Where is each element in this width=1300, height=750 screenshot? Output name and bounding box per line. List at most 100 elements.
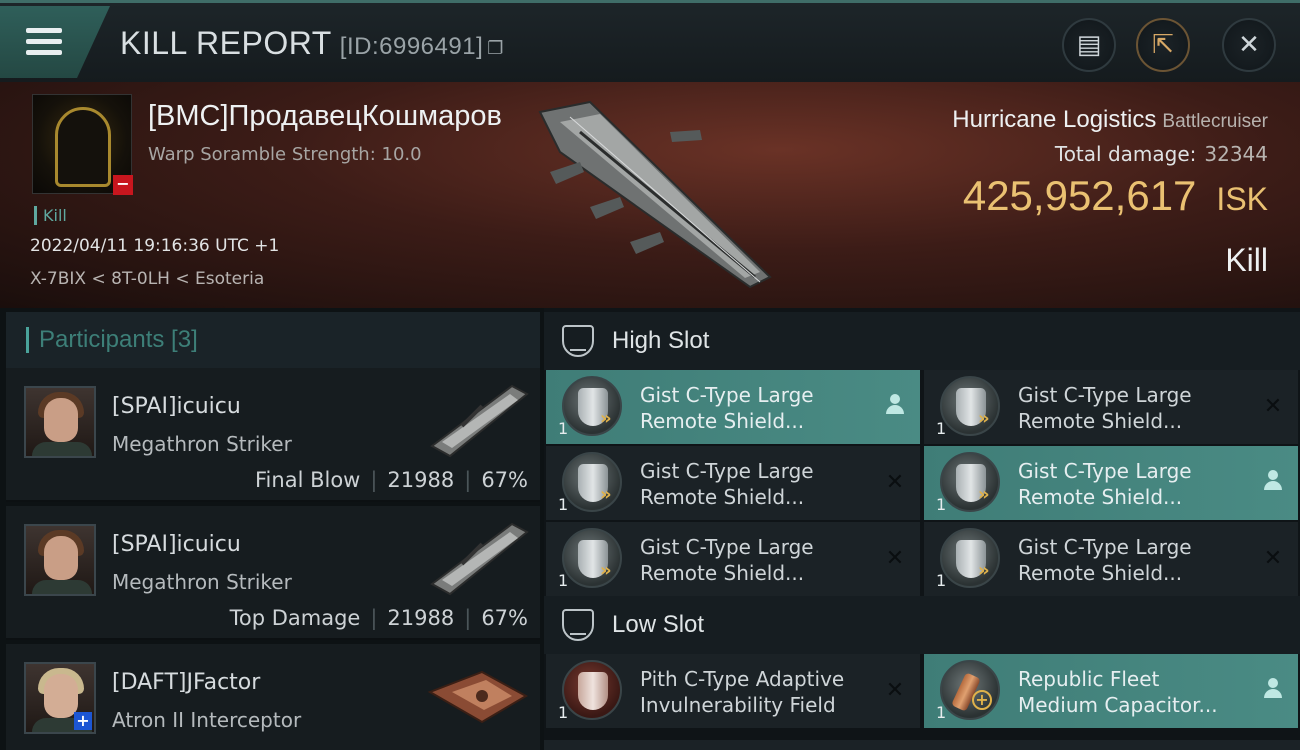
megathron-ship-image (430, 522, 529, 596)
person-icon (882, 394, 908, 420)
total-damage-label: Total damage: (1054, 142, 1197, 166)
chevron-icon: » (600, 484, 612, 505)
top-bar: KILL REPORT [ID:6996491] ❐ ▤ ⇱ ✕ (0, 0, 1300, 82)
participants-label: Participants [3] (39, 326, 198, 353)
shield-module-icon: » (940, 452, 1000, 512)
portrait-face (44, 536, 78, 580)
item-name-line2: Remote Shield... (1018, 409, 1183, 433)
participant-name: [SPAI]icuicu (112, 532, 241, 557)
hamburger-icon (26, 28, 62, 33)
person-icon (1260, 470, 1286, 496)
item-quantity: 1 (936, 571, 947, 590)
module-item[interactable]: » 1 Gist C-Type Large Remote Shield... (546, 370, 920, 444)
item-name-line2: Remote Shield... (1018, 485, 1183, 509)
hamburger-icon-bar (26, 50, 62, 55)
minus-standing-icon: − (113, 175, 133, 195)
module-item[interactable]: » 1 Gist C-Type Large Remote Shield... ✕ (924, 522, 1298, 596)
victim-ship-name[interactable]: Hurricane Logistics Battlecruiser (952, 106, 1268, 134)
person-glyph (1264, 470, 1282, 490)
item-name-line2: Remote Shield... (640, 409, 805, 433)
module-item[interactable]: » 1 Gist C-Type Large Remote Shield... ✕ (546, 446, 920, 520)
shield-module-icon: » (562, 528, 622, 588)
module-item[interactable]: » 1 Gist C-Type Large Remote Shield... (924, 446, 1298, 520)
item-quantity: 1 (558, 495, 569, 514)
person-glyph (1264, 678, 1282, 698)
item-quantity: 1 (558, 419, 569, 438)
shield-module-icon: » (940, 528, 1000, 588)
chevron-icon: » (600, 560, 612, 581)
kill-location[interactable]: X-7BIX < 8T-0LH < Esoteria (30, 269, 264, 289)
participant-ship: Megathron Striker (112, 432, 292, 456)
total-damage: Total damage: 32344 (1055, 142, 1268, 166)
high-slot-header: High Slot (544, 312, 1300, 370)
participant-name: [SPAI]icuicu (112, 394, 241, 419)
low-slot-header: Low Slot (544, 596, 1300, 654)
item-name-line2: Medium Capacitor... (1018, 693, 1218, 717)
plus-standing-icon: + (74, 712, 92, 730)
participant-damage: 21988 (387, 606, 455, 630)
item-name: Gist C-Type Large Remote Shield... (640, 534, 880, 586)
item-quantity: 1 (558, 703, 569, 722)
page-title: KILL REPORT [ID:6996491] ❐ (120, 25, 504, 62)
item-name: Gist C-Type Large Remote Shield... (640, 382, 880, 434)
participant-role: Top Damage (229, 606, 361, 630)
shield-shape (578, 672, 608, 710)
participant-name: [DAFT]JFactor (112, 670, 261, 695)
module-item[interactable]: » 1 Gist C-Type Large Remote Shield... ✕ (924, 370, 1298, 444)
clipboard-icon-button[interactable]: ▤ (1062, 18, 1116, 72)
participant-row[interactable]: + [DAFT]JFactor Atron II Interceptor (6, 644, 540, 750)
person-icon (1260, 678, 1286, 704)
report-id: [ID:6996491] (339, 33, 484, 60)
chevron-icon: » (600, 408, 612, 429)
participant-stats: Final Blow | 21988 | 67% (255, 468, 528, 492)
participant-row[interactable]: [SPAI]icuicu Megathron Striker Top Damag… (6, 506, 540, 640)
chevron-icon: » (978, 560, 990, 581)
item-name-line2: Remote Shield... (640, 561, 805, 585)
avatar (24, 524, 96, 596)
warp-scramble-strength: Warp Soramble Strength: 10.0 (148, 144, 422, 165)
item-name-line1: Pith C-Type Adaptive (640, 667, 845, 691)
atron-ship-image (427, 670, 529, 724)
share-icon-button[interactable]: ⇱ (1136, 18, 1190, 72)
low-slot-label: Low Slot (612, 611, 705, 638)
participant-percent: 67% (481, 468, 528, 492)
item-quantity: 1 (936, 703, 947, 722)
victim-name[interactable]: [BMC]ПродавецКошмаров (148, 100, 502, 133)
ship-name-text: Hurricane Logistics (952, 106, 1157, 133)
item-name-line1: Gist C-Type Large (640, 535, 814, 559)
portrait-face (44, 398, 78, 442)
item-name-line1: Gist C-Type Large (640, 459, 814, 483)
participant-ship: Atron II Interceptor (112, 708, 302, 732)
item-name-line1: Gist C-Type Large (1018, 459, 1192, 483)
item-name: Pith C-Type Adaptive Invulnerability Fiel… (640, 666, 880, 718)
high-slot-icon (562, 325, 594, 357)
hood-portrait (55, 107, 111, 187)
participants-panel: Participants [3] [SPAI]icuicu Megathron … (6, 308, 540, 750)
separator: | (370, 606, 378, 630)
isk-amount: 425,952,617 (962, 172, 1197, 219)
isk-currency: ISK (1216, 181, 1268, 217)
participants-header[interactable]: Participants [3] (6, 312, 540, 368)
portrait-body (32, 580, 92, 594)
high-slot-label: High Slot (612, 327, 710, 354)
shield-module-icon (562, 660, 622, 720)
kill-datetime: 2022/04/11 19:16:36 UTC +1 (30, 236, 280, 256)
destroyed-x-icon: ✕ (885, 470, 905, 495)
module-item[interactable]: » 1 Gist C-Type Large Remote Shield... ✕ (546, 522, 920, 596)
low-slot-icon (562, 609, 594, 641)
module-item[interactable]: 1 Pith C-Type Adaptive Invulnerability Fi… (546, 654, 920, 728)
module-item[interactable]: + 1 Republic Fleet Medium Capacitor... (924, 654, 1298, 728)
participant-role: Final Blow (255, 468, 361, 492)
participant-row[interactable]: [SPAI]icuicu Megathron Striker Final Blo… (6, 368, 540, 502)
item-quantity: 1 (936, 495, 947, 514)
victim-avatar[interactable]: − (32, 94, 133, 195)
copy-icon[interactable]: ❐ (487, 38, 504, 58)
victim-ship-image[interactable] (520, 92, 790, 292)
item-name: Gist C-Type Large Remote Shield... (1018, 382, 1258, 434)
item-name: Gist C-Type Large Remote Shield... (1018, 534, 1258, 586)
menu-button[interactable] (0, 6, 110, 78)
item-name-line1: Gist C-Type Large (1018, 383, 1192, 407)
close-icon-button[interactable]: ✕ (1222, 18, 1276, 72)
item-name: Gist C-Type Large Remote Shield... (1018, 458, 1258, 510)
hamburger-icon-bar (26, 39, 62, 44)
